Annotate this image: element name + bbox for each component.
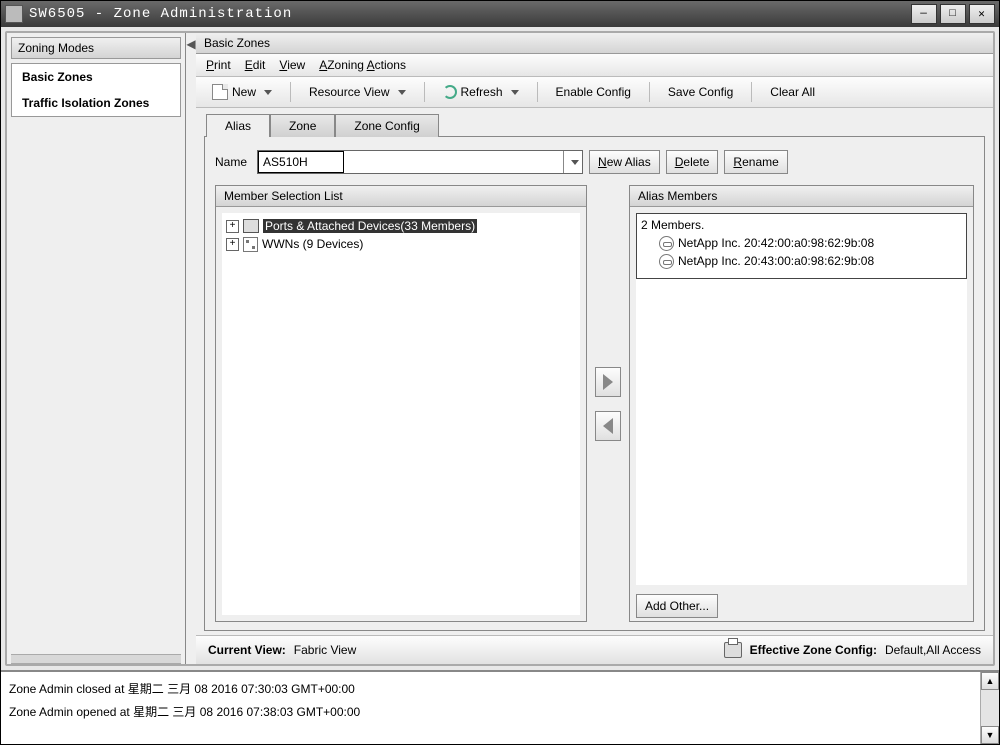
scroll-down-button[interactable]: ▼: [981, 726, 999, 744]
device-icon: [659, 236, 674, 251]
maximize-button[interactable]: □: [940, 4, 966, 24]
toolbar-new-label: New: [232, 85, 256, 99]
alias-members-box[interactable]: 2 Members. NetApp Inc. 20:42:00:a0:98:62…: [636, 213, 967, 279]
transfer-buttons: [593, 185, 623, 622]
app-icon: [5, 5, 23, 23]
log-line: Zone Admin closed at 星期二 三月 08 2016 07:3…: [9, 678, 972, 701]
current-view-value: Fabric View: [294, 643, 356, 657]
delete-button[interactable]: Delete: [666, 150, 719, 174]
toolbar-separator: [649, 82, 650, 102]
rename-button[interactable]: Rename: [724, 150, 787, 174]
sidebar-header: Zoning Modes: [11, 37, 181, 59]
ports-icon: [243, 219, 259, 233]
member-selection-panel: Member Selection List + Ports & Attached…: [215, 185, 587, 622]
toolbar-refresh-label: Refresh: [461, 85, 503, 99]
printer-icon[interactable]: [724, 642, 742, 658]
toolbar-enable-config[interactable]: Enable Config: [548, 82, 639, 102]
main-panel: Basic Zones Print Edit View AZoning Acti…: [196, 33, 993, 664]
member-label: NetApp Inc. 20:42:00:a0:98:62:9b:08: [678, 236, 874, 250]
toolbar-separator: [537, 82, 538, 102]
vertical-splitter[interactable]: ◀: [186, 33, 196, 664]
log-text[interactable]: Zone Admin closed at 星期二 三月 08 2016 07:3…: [1, 672, 980, 744]
lists-row: Member Selection List + Ports & Attached…: [215, 185, 974, 622]
tree-label-wwns: WWNs (9 Devices): [262, 237, 363, 251]
new-icon: [212, 84, 228, 100]
alias-members-header: Alias Members: [630, 186, 973, 207]
toolbar-save-config[interactable]: Save Config: [660, 82, 741, 102]
arrow-right-icon: [603, 374, 613, 390]
alias-name-combo[interactable]: AS510H: [257, 150, 583, 174]
panel-title: Basic Zones: [196, 33, 993, 54]
tab-alias[interactable]: Alias: [206, 114, 270, 137]
toolbar-clear-all[interactable]: Clear All: [762, 82, 823, 102]
new-alias-button[interactable]: New Alias: [589, 150, 660, 174]
log-line: Zone Admin opened at 星期二 三月 08 2016 07:3…: [9, 701, 972, 724]
device-icon: [659, 254, 674, 269]
close-button[interactable]: ✕: [969, 4, 995, 24]
menu-print[interactable]: Print: [206, 58, 231, 72]
arrow-left-icon: [603, 418, 613, 434]
effective-zone-value: Default,All Access: [885, 643, 981, 657]
sidebar-list: Basic Zones Traffic Isolation Zones: [11, 63, 181, 117]
scroll-up-button[interactable]: ▲: [981, 672, 999, 690]
name-label: Name: [215, 155, 247, 169]
chevron-down-icon: [511, 90, 519, 95]
toolbar-new[interactable]: New: [204, 81, 280, 103]
log-area: Zone Admin closed at 星期二 三月 08 2016 07:3…: [1, 670, 999, 744]
menubar: Print Edit View AZoning Actions: [196, 54, 993, 77]
member-selection-tree[interactable]: + Ports & Attached Devices(33 Members) +…: [222, 213, 580, 615]
menu-edit[interactable]: Edit: [245, 58, 266, 72]
menu-zoning-actions[interactable]: AZoning Actions: [319, 58, 406, 72]
member-selection-header: Member Selection List: [216, 186, 586, 207]
name-row: Name AS510H New Alias Delete Rename: [215, 147, 974, 177]
expand-icon[interactable]: +: [226, 220, 239, 233]
add-member-button[interactable]: [595, 367, 621, 397]
add-other-button[interactable]: Add Other...: [636, 594, 718, 618]
members-count: 2 Members.: [641, 216, 962, 234]
menu-view[interactable]: View: [279, 58, 305, 72]
toolbar-resource-view-label: Resource View: [309, 85, 389, 99]
sidebar-spacer: [11, 121, 181, 650]
wwn-icon: [243, 237, 258, 252]
member-row[interactable]: NetApp Inc. 20:42:00:a0:98:62:9b:08: [641, 234, 962, 252]
chevron-down-icon: [398, 90, 406, 95]
tabpage-alias: Name AS510H New Alias Delete Rename Memb…: [204, 136, 985, 631]
combo-dropdown-button[interactable]: [563, 151, 582, 173]
titlebar: SW6505 - Zone Administration — □ ✕: [1, 1, 999, 27]
app-window: SW6505 - Zone Administration — □ ✕ Zonin…: [0, 0, 1000, 745]
statusbar: Current View: Fabric View Effective Zone…: [196, 635, 993, 664]
main-split: Zoning Modes Basic Zones Traffic Isolati…: [5, 31, 995, 666]
sidebar-item-traffic-isolation[interactable]: Traffic Isolation Zones: [12, 90, 180, 116]
member-row[interactable]: NetApp Inc. 20:43:00:a0:98:62:9b:08: [641, 252, 962, 270]
alias-members-panel: Alias Members 2 Members. NetApp Inc. 20:…: [629, 185, 974, 622]
tabstrip: Alias Zone Zone Config: [196, 112, 993, 136]
window-title: SW6505 - Zone Administration: [29, 6, 911, 22]
alias-name-value: AS510H: [258, 151, 344, 173]
alias-members-body: 2 Members. NetApp Inc. 20:42:00:a0:98:62…: [636, 213, 967, 585]
minimize-button[interactable]: —: [911, 4, 937, 24]
sidebar-item-basic-zones[interactable]: Basic Zones: [12, 64, 180, 90]
refresh-icon: [443, 85, 457, 99]
chevron-down-icon: [571, 160, 579, 165]
toolbar-separator: [424, 82, 425, 102]
expand-icon[interactable]: +: [226, 238, 239, 251]
toolbar-refresh[interactable]: Refresh: [435, 82, 527, 102]
remove-member-button[interactable]: [595, 411, 621, 441]
toolbar-separator: [751, 82, 752, 102]
toolbar-separator: [290, 82, 291, 102]
tab-zone[interactable]: Zone: [270, 114, 335, 137]
toolbar-resource-view[interactable]: Resource View: [301, 82, 413, 102]
tree-row-wwns[interactable]: + WWNs (9 Devices): [226, 235, 576, 253]
toolbar: New Resource View Refresh Enable Config: [196, 77, 993, 108]
tree-row-ports[interactable]: + Ports & Attached Devices(33 Members): [226, 217, 576, 235]
current-view-label: Current View:: [208, 643, 286, 657]
log-scrollbar[interactable]: ▲ ▼: [980, 672, 999, 744]
effective-zone-label: Effective Zone Config:: [750, 643, 877, 657]
member-label: NetApp Inc. 20:43:00:a0:98:62:9b:08: [678, 254, 874, 268]
tab-zone-config[interactable]: Zone Config: [335, 114, 438, 137]
sidebar-splitter-handle[interactable]: [11, 654, 181, 664]
tree-label-ports: Ports & Attached Devices(33 Members): [263, 219, 477, 233]
chevron-down-icon: [264, 90, 272, 95]
sidebar: Zoning Modes Basic Zones Traffic Isolati…: [7, 33, 186, 664]
